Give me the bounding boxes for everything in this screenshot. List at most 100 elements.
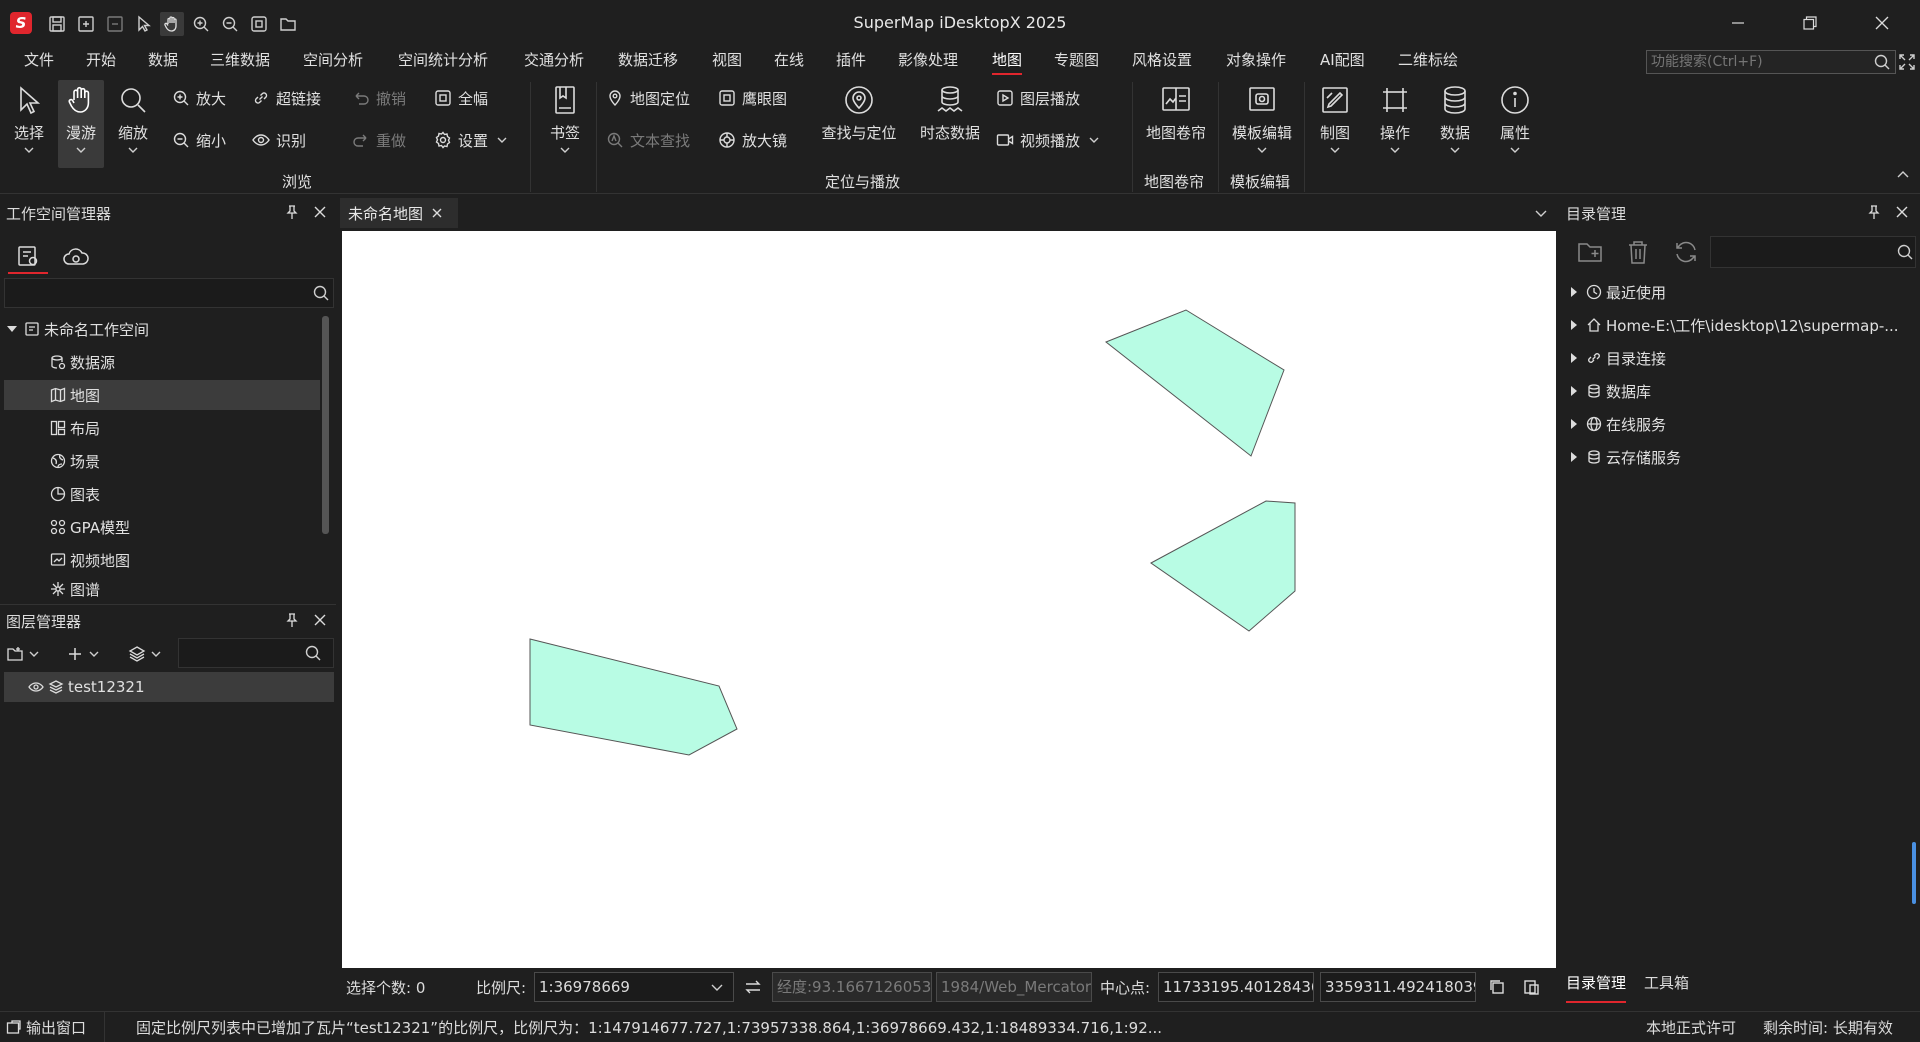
data-button[interactable]: 数据 bbox=[1432, 80, 1478, 168]
properties-button[interactable]: 属性 bbox=[1492, 80, 1538, 168]
zoom-out-icon[interactable] bbox=[218, 12, 242, 36]
identify-button[interactable]: 识别 bbox=[252, 127, 306, 153]
workspace-tab-local[interactable] bbox=[8, 240, 48, 274]
save-as-icon[interactable] bbox=[74, 12, 98, 36]
expand-triangle-icon[interactable] bbox=[1566, 383, 1582, 399]
close-window-button[interactable] bbox=[1862, 8, 1902, 38]
close-workspace-icon[interactable] bbox=[103, 12, 127, 36]
full-extent-icon[interactable] bbox=[247, 12, 271, 36]
menu-spatial-analysis[interactable]: 空间分析 bbox=[303, 49, 363, 70]
menu-online[interactable]: 在线 bbox=[774, 49, 804, 70]
select-button[interactable]: 选择 bbox=[6, 80, 52, 168]
save-icon[interactable] bbox=[45, 12, 69, 36]
pan-button[interactable]: 漫游 bbox=[58, 80, 104, 168]
tree-item-scene[interactable]: 场景 bbox=[4, 446, 320, 476]
workspace-tab-cloud[interactable] bbox=[56, 240, 96, 274]
layer-add-button[interactable] bbox=[66, 644, 108, 664]
full-extent-button[interactable]: 全幅 bbox=[434, 85, 488, 111]
expand-triangle-icon[interactable] bbox=[1566, 416, 1582, 432]
undo-button[interactable]: 撤销 bbox=[352, 85, 406, 111]
bookmark-button[interactable]: 书签 bbox=[540, 80, 590, 168]
menu-plugin[interactable]: 插件 bbox=[836, 49, 866, 70]
menu-2d-plotting[interactable]: 二维标绘 bbox=[1398, 49, 1458, 70]
minimize-button[interactable] bbox=[1718, 8, 1758, 38]
tab-toolbox[interactable]: 工具箱 bbox=[1644, 972, 1689, 993]
map-canvas[interactable] bbox=[342, 231, 1556, 968]
cartography-button[interactable]: 制图 bbox=[1312, 80, 1358, 168]
zoom-in-button[interactable]: 放大 bbox=[172, 85, 226, 111]
menu-view[interactable]: 视图 bbox=[712, 49, 742, 70]
temporal-data-button[interactable]: 时态数据 bbox=[914, 80, 986, 168]
zoom-in-icon[interactable] bbox=[189, 12, 213, 36]
expand-triangle-icon[interactable] bbox=[1566, 449, 1582, 465]
map-polygon[interactable] bbox=[1150, 500, 1296, 632]
close-icon[interactable] bbox=[431, 207, 443, 219]
menu-object-operations[interactable]: 对象操作 bbox=[1226, 49, 1286, 70]
chevron-up-icon[interactable] bbox=[1896, 168, 1910, 180]
projection-field[interactable]: 1984/Web_Mercator bbox=[936, 972, 1092, 1002]
close-icon[interactable] bbox=[312, 612, 328, 628]
map-tab[interactable]: 未命名地图 bbox=[340, 198, 458, 228]
menu-ai-mapping[interactable]: AI配图 bbox=[1320, 49, 1365, 70]
expand-triangle-icon[interactable] bbox=[1566, 284, 1582, 300]
menu-thematic-map[interactable]: 专题图 bbox=[1054, 49, 1099, 70]
tab-catalog[interactable]: 目录管理 bbox=[1566, 972, 1627, 1003]
map-roll-button[interactable]: 地图卷帘 bbox=[1140, 80, 1212, 168]
zoom-out-button[interactable]: 缩小 bbox=[172, 127, 226, 153]
catalog-item-cloud-storage[interactable]: 云存储服务 bbox=[1566, 442, 1916, 472]
output-window-button[interactable]: 输出窗口 bbox=[6, 1016, 86, 1038]
chevron-down-icon[interactable] bbox=[1534, 208, 1548, 220]
close-icon[interactable] bbox=[1894, 204, 1910, 220]
workspace-search-input[interactable] bbox=[4, 278, 334, 308]
search-icon[interactable] bbox=[312, 284, 330, 302]
template-edit-button[interactable]: 模板编辑 bbox=[1226, 80, 1298, 168]
video-play-button[interactable]: 视频播放 bbox=[996, 127, 1100, 153]
refresh-icon[interactable] bbox=[1672, 238, 1700, 266]
tree-item-gpa-model[interactable]: GPA模型 bbox=[4, 512, 320, 542]
menu-data-migration[interactable]: 数据迁移 bbox=[618, 49, 678, 70]
close-icon[interactable] bbox=[312, 204, 328, 220]
catalog-item-database[interactable]: 数据库 bbox=[1566, 376, 1916, 406]
layer-play-button[interactable]: 图层播放 bbox=[996, 85, 1080, 111]
eagle-eye-button[interactable]: 鹰眼图 bbox=[718, 85, 787, 111]
tree-item-graph[interactable]: 图谱 bbox=[4, 576, 320, 602]
open-folder-icon[interactable] bbox=[276, 12, 300, 36]
layer-style-button[interactable] bbox=[128, 644, 170, 664]
expand-triangle-icon[interactable] bbox=[1566, 317, 1582, 333]
fullscreen-icon[interactable] bbox=[1898, 53, 1916, 71]
expand-triangle-icon[interactable] bbox=[4, 321, 20, 337]
swap-arrows-icon[interactable] bbox=[744, 978, 762, 996]
center-x-input[interactable]: 11733195.40128436 bbox=[1158, 972, 1314, 1002]
tree-item-map[interactable]: 地图 bbox=[4, 380, 320, 410]
workspace-root[interactable]: 未命名工作空间 bbox=[4, 314, 320, 344]
magnifier-button[interactable]: 放大镜 bbox=[718, 127, 787, 153]
menu-map[interactable]: 地图 bbox=[992, 49, 1023, 75]
catalog-scrollbar[interactable] bbox=[1912, 842, 1916, 904]
menu-image-processing[interactable]: 影像处理 bbox=[898, 49, 958, 70]
tree-item-chart[interactable]: 图表 bbox=[4, 479, 320, 509]
map-polygon[interactable] bbox=[1105, 309, 1285, 457]
catalog-item-connections[interactable]: 目录连接 bbox=[1566, 343, 1916, 373]
menu-start[interactable]: 开始 bbox=[86, 49, 116, 70]
catalog-item-recent[interactable]: 最近使用 bbox=[1566, 277, 1916, 307]
menu-file[interactable]: 文件 bbox=[24, 49, 54, 70]
pin-icon[interactable] bbox=[1866, 204, 1882, 220]
menu-traffic-analysis[interactable]: 交通分析 bbox=[524, 49, 584, 70]
menu-data[interactable]: 数据 bbox=[148, 49, 178, 70]
redo-button[interactable]: 重做 bbox=[352, 127, 406, 153]
catalog-item-home[interactable]: Home-E:\工作\idesktop\12\supermap-... bbox=[1566, 310, 1916, 340]
expand-triangle-icon[interactable] bbox=[1566, 350, 1582, 366]
search-icon[interactable] bbox=[304, 644, 322, 662]
catalog-search-input[interactable] bbox=[1710, 236, 1916, 268]
menu-style-settings[interactable]: 风格设置 bbox=[1132, 49, 1192, 70]
center-y-input[interactable]: 3359311.492418039 bbox=[1320, 972, 1476, 1002]
workspace-scrollbar[interactable] bbox=[322, 316, 329, 534]
settings-button[interactable]: 设置 bbox=[434, 127, 508, 153]
tree-item-layout[interactable]: 布局 bbox=[4, 413, 320, 443]
tree-item-video-map[interactable]: 视频地图 bbox=[4, 545, 320, 575]
operation-button[interactable]: 操作 bbox=[1372, 80, 1418, 168]
pin-icon[interactable] bbox=[284, 612, 300, 628]
scale-combobox[interactable]: 1:36978669 bbox=[534, 972, 734, 1002]
search-icon[interactable] bbox=[1896, 243, 1914, 261]
paste-icon[interactable] bbox=[1522, 978, 1540, 996]
